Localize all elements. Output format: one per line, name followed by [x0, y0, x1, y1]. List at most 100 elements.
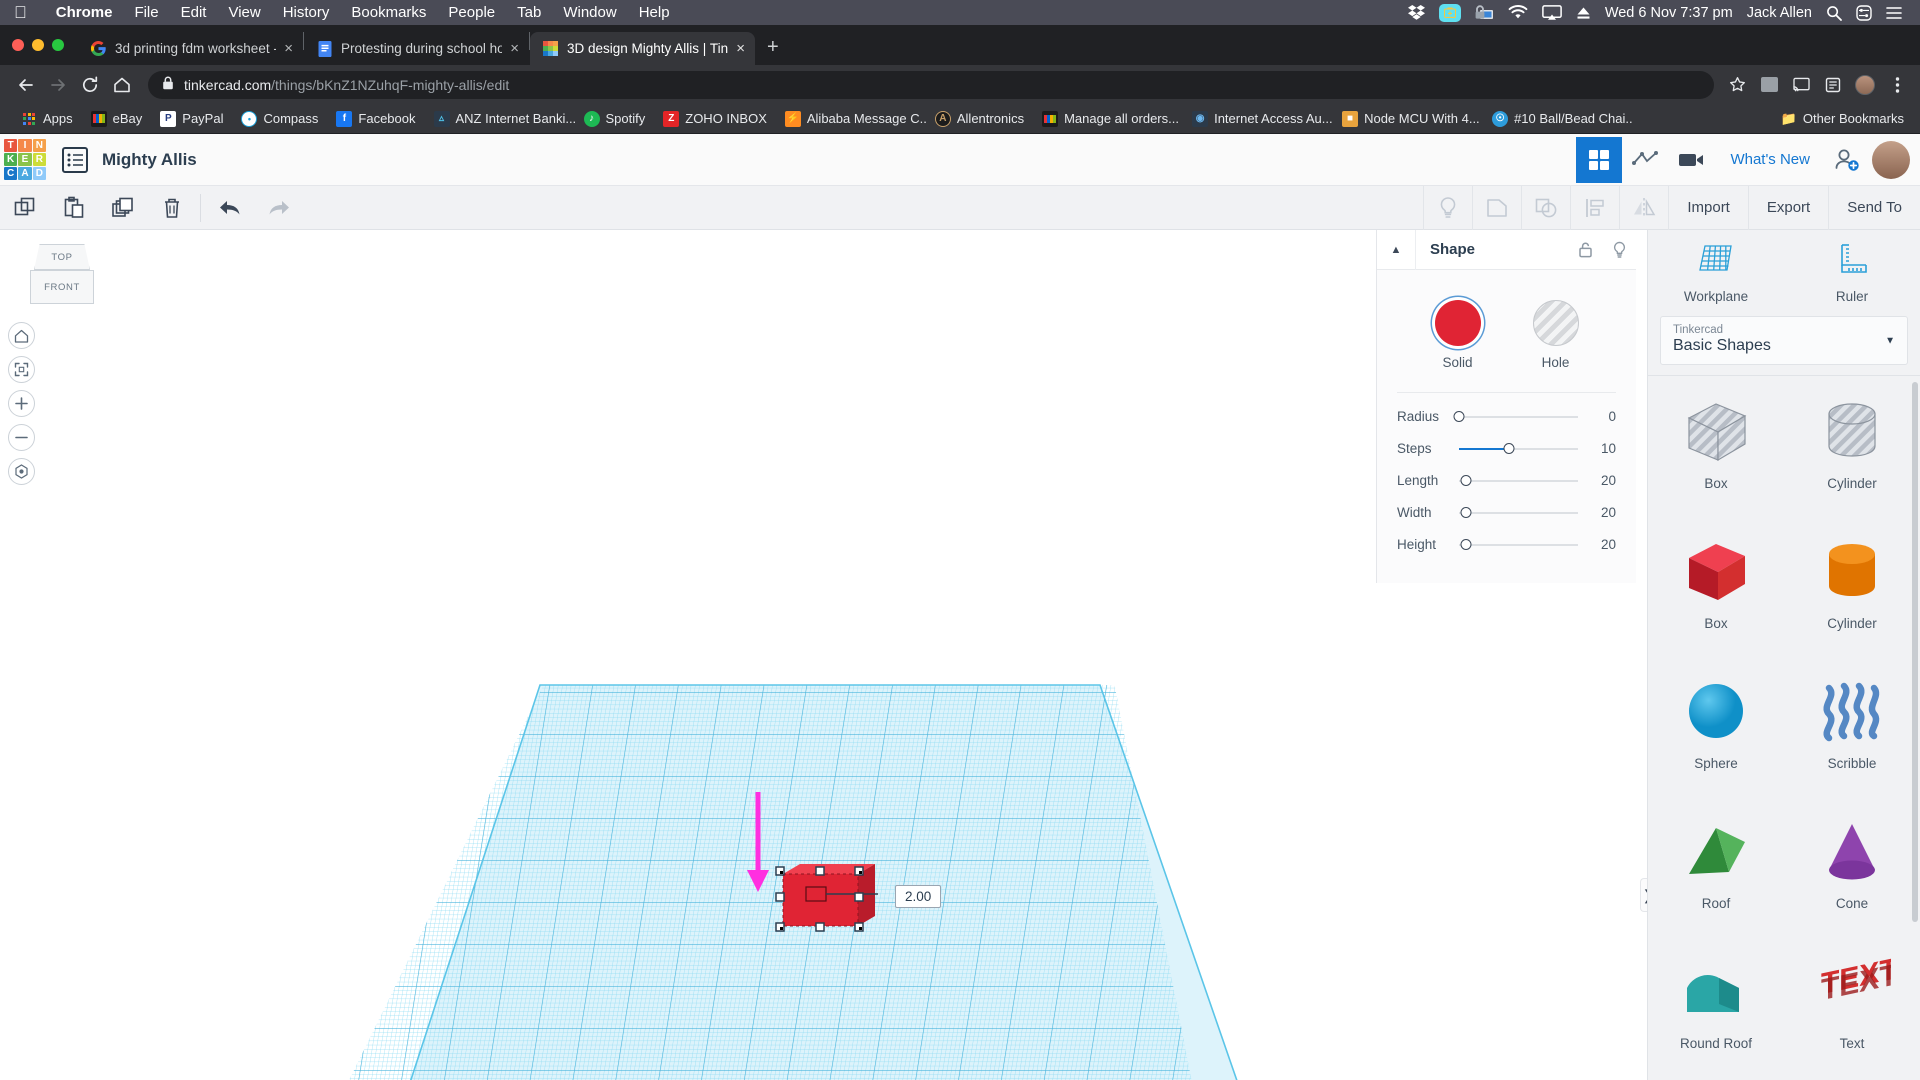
- grid-view-button[interactable]: [1576, 136, 1623, 183]
- bookmark-zoho[interactable]: Z ZOHO INBOX: [654, 110, 776, 127]
- browser-tab-2[interactable]: Protesting during school hours is ×: [304, 32, 529, 65]
- ungroup-button[interactable]: [1521, 185, 1570, 230]
- video-tutorial-button[interactable]: [1668, 137, 1714, 183]
- dimension-input[interactable]: 2.00: [895, 885, 942, 908]
- workplane-canvas[interactable]: Workplane: [0, 230, 1377, 1080]
- triangle-up-icon[interactable]: ▲: [1377, 244, 1415, 256]
- shape-item-cone[interactable]: Cone: [1784, 796, 1920, 936]
- shape-item-cylinder-orange[interactable]: Cylinder: [1784, 516, 1920, 656]
- radius-slider[interactable]: [1453, 410, 1578, 424]
- bookmark-nodemcu[interactable]: ■ Node MCU With 4...: [1333, 110, 1483, 127]
- bookmark-manage-orders[interactable]: Manage all orders...: [1033, 110, 1183, 127]
- whats-new-link[interactable]: What's New: [1714, 151, 1826, 168]
- other-bookmarks-group[interactable]: 📁 Other Bookmarks: [1781, 111, 1908, 127]
- copy-button[interactable]: [0, 186, 49, 230]
- view-cube-top-face[interactable]: TOP: [34, 244, 90, 270]
- codeblocks-button[interactable]: [1622, 137, 1668, 183]
- back-arrow-icon[interactable]: [12, 71, 40, 99]
- avatar[interactable]: [1872, 140, 1910, 179]
- maximize-window-button[interactable]: [52, 39, 64, 51]
- bookmark-ebay[interactable]: eBay: [82, 110, 152, 127]
- radius-slider-knob[interactable]: [1453, 411, 1465, 422]
- wifi-icon[interactable]: [1508, 5, 1528, 20]
- bookmark-alibaba[interactable]: ⚡ Alibaba Message C...: [776, 110, 926, 127]
- zoom-in-button[interactable]: [8, 390, 35, 417]
- bookmark-apps[interactable]: Apps: [12, 111, 82, 127]
- length-slider[interactable]: [1459, 474, 1578, 488]
- menu-item-window[interactable]: Window: [552, 4, 627, 21]
- zoom-out-button[interactable]: [8, 424, 35, 451]
- bookmark-star-icon[interactable]: [1726, 74, 1748, 96]
- minimize-window-button[interactable]: [32, 39, 44, 51]
- solid-color-swatch[interactable]: [1434, 300, 1481, 346]
- menu-bar-clock[interactable]: Wed 6 Nov 7:37 pm: [1605, 5, 1733, 21]
- bookmark-facebook[interactable]: f Facebook: [327, 110, 424, 127]
- apple-logo-icon[interactable]: : [14, 4, 27, 21]
- steps-slider[interactable]: [1459, 442, 1578, 456]
- send-to-button[interactable]: Send To: [1828, 185, 1920, 230]
- browser-tab-1[interactable]: 3d printing fdm worksheet - Goo ×: [78, 32, 303, 65]
- paste-button[interactable]: [49, 186, 98, 230]
- forward-arrow-icon[interactable]: [44, 71, 72, 99]
- close-icon[interactable]: ×: [510, 41, 519, 56]
- dropbox-icon[interactable]: [1407, 4, 1425, 21]
- height-slider-knob[interactable]: [1460, 539, 1472, 550]
- caret-down-icon[interactable]: ▼: [1885, 335, 1895, 346]
- shape-item-box-hatched[interactable]: Box: [1648, 376, 1784, 516]
- cast-icon[interactable]: [1790, 74, 1812, 96]
- airplay-icon[interactable]: [1541, 4, 1562, 21]
- hole-option[interactable]: Hole: [1532, 300, 1579, 370]
- length-value[interactable]: 20: [1578, 473, 1616, 488]
- redo-button[interactable]: [254, 186, 303, 230]
- bookmark-internet-access[interactable]: ◉ Internet Access Au...: [1183, 110, 1333, 127]
- project-list-icon[interactable]: [62, 146, 88, 173]
- shape-item-sphere[interactable]: Sphere: [1648, 656, 1784, 796]
- menu-item-tab[interactable]: Tab: [506, 4, 552, 21]
- menu-bar-user[interactable]: Jack Allen: [1747, 5, 1812, 21]
- screen-lock-icon[interactable]: [1475, 4, 1494, 21]
- ruler-tool[interactable]: Ruler: [1784, 242, 1920, 304]
- bookmark-anz[interactable]: ▵ ANZ Internet Banki...: [425, 110, 575, 127]
- view-cube[interactable]: TOP FRONT: [30, 244, 96, 308]
- import-button[interactable]: Import: [1668, 185, 1748, 230]
- home-icon[interactable]: [108, 71, 136, 99]
- steps-value[interactable]: 10: [1578, 441, 1616, 456]
- height-value[interactable]: 20: [1578, 537, 1616, 552]
- group-button[interactable]: [1472, 185, 1521, 230]
- menu-list-icon[interactable]: [1886, 6, 1902, 20]
- reload-icon[interactable]: [76, 71, 104, 99]
- solid-option[interactable]: Solid: [1434, 300, 1481, 370]
- shape-item-scribble[interactable]: Scribble: [1784, 656, 1920, 796]
- hole-swatch[interactable]: [1532, 300, 1579, 346]
- ortho-toggle-button[interactable]: [8, 458, 35, 485]
- close-icon[interactable]: ×: [736, 41, 745, 56]
- bookmark-compass[interactable]: • Compass: [232, 110, 327, 127]
- shape-item-cylinder-hatched[interactable]: Cylinder: [1784, 376, 1920, 516]
- export-button[interactable]: Export: [1747, 185, 1828, 230]
- shape-item-text[interactable]: TEXT TEXT Text: [1784, 936, 1920, 1076]
- width-value[interactable]: 20: [1578, 505, 1616, 520]
- close-icon[interactable]: ×: [284, 41, 293, 56]
- tinkercad-logo[interactable]: T I N K E R C A D: [4, 138, 46, 181]
- menu-item-chrome[interactable]: Chrome: [45, 4, 124, 21]
- menu-item-view[interactable]: View: [217, 4, 271, 21]
- mirror-button[interactable]: [1619, 185, 1668, 230]
- height-slider[interactable]: [1459, 538, 1578, 552]
- menu-item-bookmarks[interactable]: Bookmarks: [340, 4, 437, 21]
- medkit-icon[interactable]: [1438, 3, 1461, 22]
- menu-item-help[interactable]: Help: [628, 4, 681, 21]
- steps-slider-knob[interactable]: [1503, 443, 1515, 454]
- view-cube-front-face[interactable]: FRONT: [30, 270, 94, 304]
- undo-button[interactable]: [205, 186, 254, 230]
- length-slider-knob[interactable]: [1460, 475, 1472, 486]
- menu-item-history[interactable]: History: [272, 4, 341, 21]
- spotlight-search-icon[interactable]: [1826, 5, 1842, 21]
- menu-item-file[interactable]: File: [123, 4, 169, 21]
- radius-value[interactable]: 0: [1578, 409, 1616, 424]
- menu-item-people[interactable]: People: [437, 4, 506, 21]
- reader-icon[interactable]: [1822, 74, 1844, 96]
- lightbulb-button[interactable]: [1423, 185, 1472, 230]
- eject-icon[interactable]: [1576, 6, 1591, 20]
- chrome-menu-icon[interactable]: [1886, 74, 1908, 96]
- home-view-button[interactable]: [8, 322, 35, 349]
